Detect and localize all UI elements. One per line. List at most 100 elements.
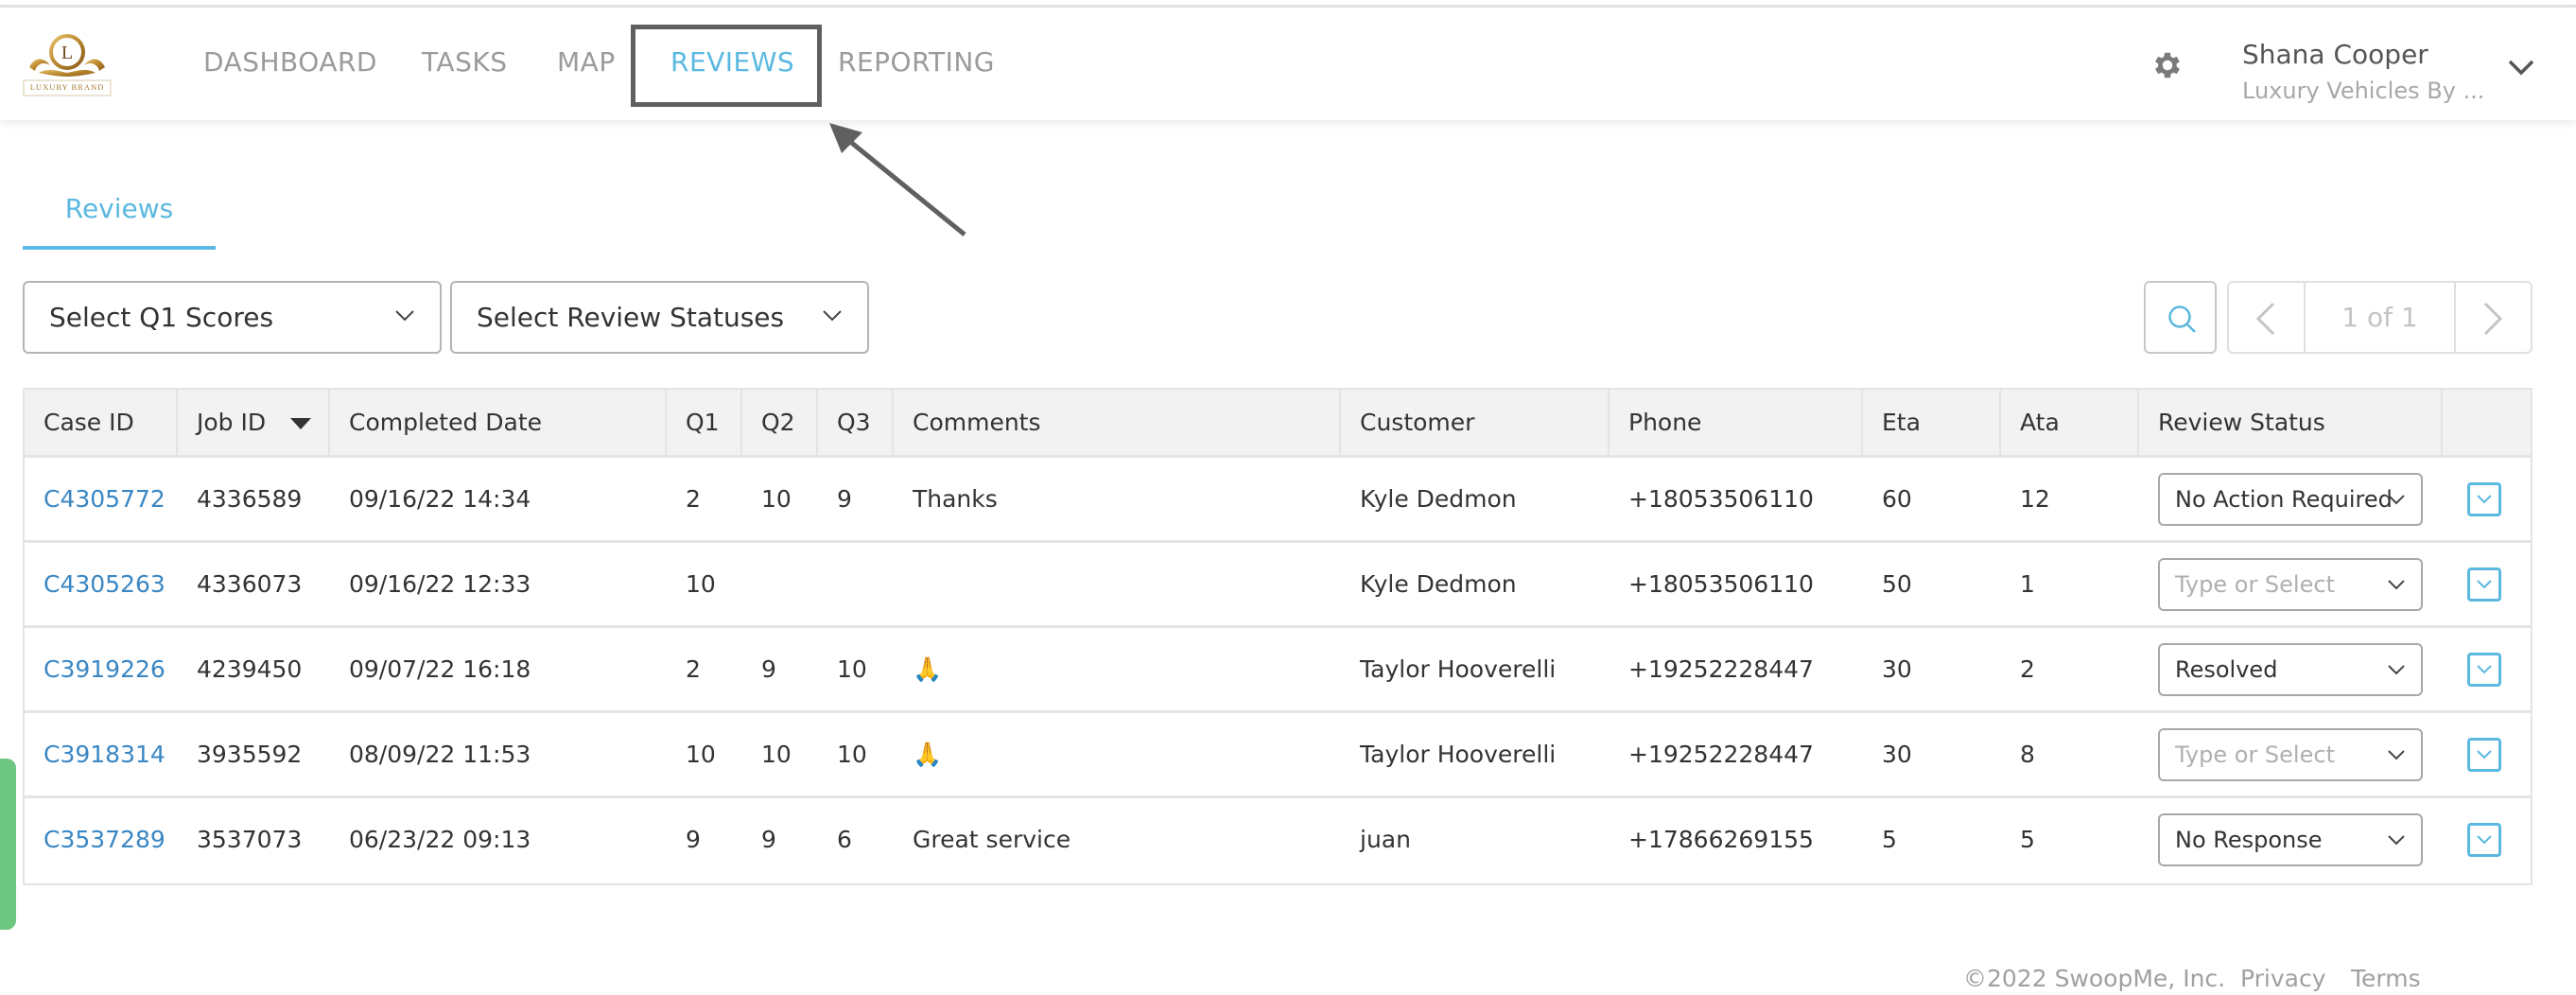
expand-row-button[interactable] <box>2467 738 2501 772</box>
col-review-status[interactable]: Review Status <box>2139 390 2443 455</box>
nav-reporting[interactable]: REPORTING <box>838 46 995 78</box>
cell-q3: 6 <box>837 826 852 853</box>
cell-case-id[interactable]: C3919226 <box>25 628 165 710</box>
expand-row-button[interactable] <box>2467 567 2501 602</box>
cell-review-status: Type or Select <box>2139 713 2443 795</box>
col-customer[interactable]: Customer <box>1341 390 1610 455</box>
review-statuses-select[interactable]: Select Review Statuses <box>450 281 869 354</box>
col-completed-date[interactable]: Completed Date <box>330 390 667 455</box>
search-button[interactable] <box>2144 281 2217 354</box>
table-header: Case ID Job ID Completed Date Q1 Q2 Q3 C… <box>25 390 2531 458</box>
cell-phone: +18053506110 <box>1628 570 1814 598</box>
tab-reviews[interactable]: Reviews <box>23 189 216 250</box>
footer-terms-link[interactable]: Terms <box>2351 965 2421 992</box>
chevron-down-icon <box>2477 750 2492 759</box>
col-eta[interactable]: Eta <box>1863 390 2001 455</box>
col-q3[interactable]: Q3 <box>818 390 894 455</box>
sort-desc-icon[interactable] <box>290 418 312 429</box>
cell-actions <box>2443 798 2531 881</box>
cell-q2: 9 <box>761 655 776 683</box>
top-border <box>0 0 2576 8</box>
footer-privacy-link[interactable]: Privacy <box>2240 965 2326 992</box>
cell-ata: 12 <box>2020 485 2050 513</box>
cell-job-id: 4336589 <box>197 485 303 513</box>
cell-comments: Great service <box>913 826 1071 853</box>
cell-q2: 10 <box>761 741 792 768</box>
cell-actions <box>2443 458 2531 540</box>
review-status-select[interactable]: Resolved <box>2158 643 2423 696</box>
top-navbar: L LUXURY BRAND DASHBOARD TASKS MAP REVIE… <box>0 9 2576 120</box>
cell-phone: +18053506110 <box>1628 485 1814 513</box>
cell-job-id: 4336073 <box>197 570 303 598</box>
q1-scores-select[interactable]: Select Q1 Scores <box>23 281 442 354</box>
table-body: C4305772 4336589 09/16/22 14:34 2 10 9 Thanks K… <box>25 458 2531 883</box>
chevron-down-icon <box>2477 835 2492 845</box>
luxury-brand-logo-icon: L LUXURY BRAND <box>23 34 112 96</box>
cell-customer: Taylor Hooverelli <box>1360 741 1557 768</box>
tab-reviews-label: Reviews <box>64 193 174 224</box>
table-row: C3919226 4239450 09/07/22 16:18 2 9 10 🙏 Taylor… <box>25 628 2531 713</box>
cell-case-id[interactable]: C4305263 <box>25 543 165 625</box>
table-row: C4305263 4336073 09/16/22 12:33 10 Kyle Dedm… <box>25 543 2531 628</box>
col-comments[interactable]: Comments <box>894 390 1341 455</box>
review-status-select[interactable]: No Response <box>2158 813 2423 866</box>
svg-text:L: L <box>61 43 73 63</box>
cell-phone: +17866269155 <box>1628 826 1814 853</box>
cell-q1: 9 <box>686 826 701 853</box>
chevron-down-icon <box>823 310 842 322</box>
chevron-down-icon <box>395 310 414 322</box>
suggest-tab-label: Suggest <box>0 787 2 872</box>
cell-case-id[interactable]: C3537289 <box>25 798 165 881</box>
table-row: C4305772 4336589 09/16/22 14:34 2 10 9 Thanks K… <box>25 458 2531 543</box>
col-job-id[interactable]: Job ID <box>178 390 330 455</box>
user-menu-chevron-down-icon[interactable] <box>2506 56 2536 79</box>
review-status-placeholder: Type or Select <box>2175 571 2335 598</box>
footer-copyright: ©2022 SwoopMe, Inc. <box>1963 965 2226 992</box>
cell-case-id[interactable]: C3918314 <box>25 713 165 795</box>
cell-phone: +19252228447 <box>1628 741 1814 768</box>
col-ata[interactable]: Ata <box>2001 390 2139 455</box>
col-q1[interactable]: Q1 <box>667 390 742 455</box>
q1-scores-placeholder: Select Q1 Scores <box>49 302 274 333</box>
review-statuses-placeholder: Select Review Statuses <box>477 302 785 333</box>
nav-tasks[interactable]: TASKS <box>422 46 508 78</box>
expand-row-button[interactable] <box>2467 653 2501 687</box>
chevron-down-icon <box>2477 580 2492 589</box>
cell-review-status: No Response <box>2139 798 2443 881</box>
nav-reviews[interactable]: REVIEWS <box>670 46 794 78</box>
col-job-id-label: Job ID <box>197 409 267 436</box>
next-page-button[interactable] <box>2454 283 2531 352</box>
reviews-table: Case ID Job ID Completed Date Q1 Q2 Q3 C… <box>23 388 2532 885</box>
review-status-select[interactable]: Type or Select <box>2158 728 2423 781</box>
svg-text:LUXURY BRAND: LUXURY BRAND <box>30 82 105 92</box>
expand-row-button[interactable] <box>2467 823 2501 857</box>
review-status-select[interactable]: No Action Required <box>2158 473 2423 526</box>
col-case-id[interactable]: Case ID <box>25 390 178 455</box>
cell-ata: 1 <box>2020 570 2035 598</box>
chevron-left-icon <box>2255 302 2275 336</box>
brand-logo[interactable]: L LUXURY BRAND <box>16 29 118 99</box>
cell-eta: 30 <box>1882 655 1912 683</box>
review-status-select[interactable]: Type or Select <box>2158 558 2423 611</box>
cell-comments: 🙏 <box>913 655 943 683</box>
chevron-down-icon <box>2477 495 2492 504</box>
cell-actions <box>2443 628 2531 710</box>
cell-comments: Thanks <box>913 485 998 513</box>
cell-ata: 8 <box>2020 741 2035 768</box>
prev-page-button[interactable] <box>2229 283 2306 352</box>
suggest-feedback-tab[interactable]: Suggest <box>0 759 16 930</box>
review-status-value: No Response <box>2175 827 2323 853</box>
col-q2[interactable]: Q2 <box>742 390 818 455</box>
cell-case-id[interactable]: C4305772 <box>25 458 165 540</box>
chevron-down-icon <box>2388 495 2405 505</box>
cell-eta: 60 <box>1882 485 1912 513</box>
cell-customer: Kyle Dedmon <box>1360 570 1517 598</box>
nav-dashboard[interactable]: DASHBOARD <box>203 46 377 78</box>
nav-map[interactable]: MAP <box>557 46 616 78</box>
settings-gear-icon[interactable] <box>2150 48 2184 82</box>
expand-row-button[interactable] <box>2467 482 2501 516</box>
col-phone[interactable]: Phone <box>1610 390 1863 455</box>
chevron-right-icon <box>2483 302 2503 336</box>
cell-eta: 5 <box>1882 826 1897 853</box>
page-indicator: 1 of 1 <box>2341 302 2418 333</box>
